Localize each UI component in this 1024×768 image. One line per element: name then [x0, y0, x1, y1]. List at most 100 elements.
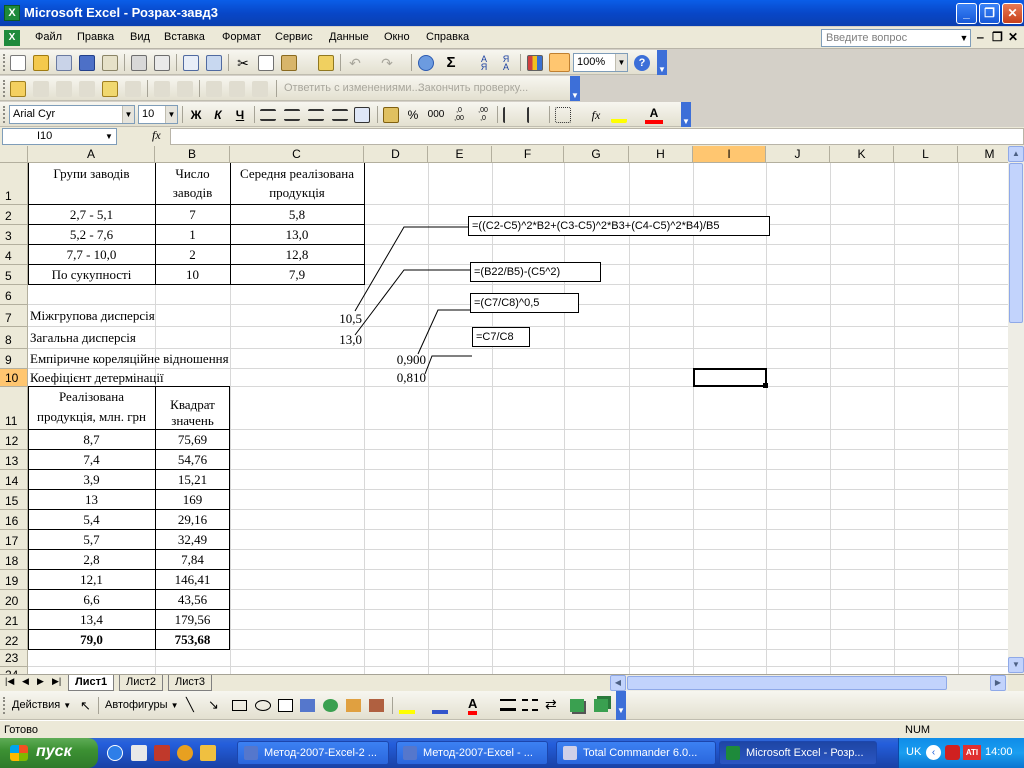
toolbar-options-icon[interactable]: ▼: [681, 102, 691, 127]
paste-icon[interactable]: [281, 55, 297, 71]
fx-icon[interactable]: fx: [152, 128, 161, 143]
print-preview-icon[interactable]: [154, 55, 170, 71]
menu-help[interactable]: Справка: [426, 31, 469, 43]
cut-icon[interactable]: ✂: [235, 55, 251, 71]
task-method-excel[interactable]: Метод-2007-Excel - ...: [396, 741, 548, 765]
fill-color-icon[interactable]: [611, 107, 627, 123]
oval-icon[interactable]: [255, 700, 271, 711]
cell-b18[interactable]: 7,84: [155, 552, 230, 568]
worksheet-grid[interactable]: A B C D E F G H I J K L M 1 2 3 4 5 6 7 …: [0, 146, 1008, 674]
ink-icon[interactable]: [229, 81, 245, 97]
menu-data[interactable]: Данные: [329, 31, 369, 43]
chevron-down-icon[interactable]: ▼: [615, 54, 627, 71]
italic-button[interactable]: К: [209, 106, 227, 124]
format-painter-icon[interactable]: [318, 55, 334, 71]
start-button[interactable]: пуск: [0, 738, 98, 768]
quicklaunch-icon[interactable]: [200, 745, 216, 761]
line-style-icon[interactable]: [500, 699, 516, 711]
chevron-down-icon[interactable]: ▼: [958, 30, 970, 46]
cell-b14[interactable]: 15,21: [155, 472, 230, 488]
formula-note-intergroup[interactable]: =((C2-C5)^2*B2+(C3-C5)^2*B3+(C4-C5)^2*B4…: [468, 216, 770, 236]
clock[interactable]: 14:00: [985, 746, 1013, 758]
decrease-decimal-icon[interactable]: ,00,0: [475, 107, 491, 123]
cell-a11-line1[interactable]: Реалізована: [28, 389, 155, 405]
arrow-left-icon[interactable]: ‹: [926, 745, 941, 760]
underline-button[interactable]: Ч: [231, 106, 249, 124]
cell-b22-total[interactable]: 753,68: [155, 632, 230, 648]
menu-insert[interactable]: Вставка: [164, 31, 205, 43]
undo-icon[interactable]: ↶: [347, 55, 363, 71]
next-comment-icon[interactable]: [56, 81, 72, 97]
doc-minimize-button[interactable]: ‒: [977, 30, 984, 44]
show-comment-icon[interactable]: [79, 81, 95, 97]
cell-b19[interactable]: 146,41: [155, 572, 230, 588]
formula-note-determination[interactable]: =C7/C8: [472, 327, 530, 347]
clipart-icon[interactable]: [346, 699, 361, 712]
cell-a11-line2[interactable]: продукція, млн. грн: [28, 409, 155, 425]
cell-b11-line2[interactable]: значень: [155, 413, 230, 429]
cell-b15[interactable]: 169: [155, 492, 230, 508]
toolbar-options-icon[interactable]: ▼: [657, 50, 667, 75]
drawing-font-color-icon[interactable]: A: [468, 696, 478, 715]
fill-color-icon[interactable]: [399, 697, 415, 714]
menu-file[interactable]: Файл: [35, 31, 62, 43]
chevron-down-icon[interactable]: ▼: [165, 106, 177, 123]
toolbar-options-icon[interactable]: ▼: [616, 691, 626, 720]
prev-sheet-icon[interactable]: ◀: [22, 676, 29, 687]
cell-a16[interactable]: 5,4: [28, 512, 155, 528]
cell-b11-line1[interactable]: Квадрат: [155, 397, 230, 413]
close-button[interactable]: ✕: [1002, 3, 1023, 24]
minimize-button[interactable]: _: [956, 3, 977, 24]
help-icon[interactable]: ?: [634, 55, 650, 71]
picture-icon[interactable]: [369, 699, 384, 712]
sheet-tab-1[interactable]: Лист1: [68, 675, 115, 691]
doc-restore-button[interactable]: ❐: [992, 30, 1003, 44]
excel-icon[interactable]: X: [4, 5, 20, 21]
cell-b12[interactable]: 75,69: [155, 432, 230, 448]
cell-b20[interactable]: 43,56: [155, 592, 230, 608]
name-box[interactable]: I10 ▼: [2, 128, 117, 145]
menu-edit[interactable]: Правка: [77, 31, 114, 43]
menu-tools[interactable]: Сервис: [275, 31, 313, 43]
currency-icon[interactable]: [383, 107, 399, 123]
formula-note-total[interactable]: =(B22/B5)-(C5^2): [470, 262, 601, 282]
cell-a20[interactable]: 6,6: [28, 592, 155, 608]
firefox-icon[interactable]: [177, 745, 193, 761]
language-indicator[interactable]: UK: [906, 746, 921, 758]
arrow-icon[interactable]: ↘: [208, 697, 219, 713]
scroll-down-icon[interactable]: ▼: [1008, 657, 1024, 673]
textbox-icon[interactable]: [278, 699, 293, 712]
autoshapes-menu[interactable]: Автофигуры ▼: [105, 699, 179, 711]
ask-question-input[interactable]: Введите вопрос ▼: [821, 29, 971, 47]
toolbar-options-icon[interactable]: ▼: [570, 76, 580, 101]
decrease-indent-icon[interactable]: [503, 107, 519, 123]
email-icon[interactable]: [102, 55, 118, 71]
increase-decimal-icon[interactable]: ,0,00: [451, 107, 467, 123]
3d-style-icon[interactable]: [594, 699, 608, 712]
save-icon[interactable]: [79, 55, 95, 71]
ati-icon[interactable]: ATI: [963, 745, 981, 760]
scroll-left-icon[interactable]: ◀: [610, 675, 626, 691]
end-review-button[interactable]: Закончить проверку...: [418, 82, 528, 94]
last-sheet-icon[interactable]: ▶|: [52, 676, 61, 687]
network-icon[interactable]: [945, 745, 960, 760]
title-bar[interactable]: X Microsoft Excel - Розрах-завд3 _ ❐ ✕: [0, 0, 1024, 26]
chart-wizard-icon[interactable]: [527, 55, 543, 71]
drawing-icon[interactable]: [549, 53, 570, 72]
ie-icon[interactable]: [107, 745, 123, 761]
menu-window[interactable]: Окно: [384, 31, 410, 43]
formula-input[interactable]: [170, 128, 1024, 145]
font-name-select[interactable]: Arial Cyr ▼: [9, 105, 135, 124]
reject-icon[interactable]: [206, 81, 222, 97]
task-microsoft-excel[interactable]: Microsoft Excel - Розр...: [719, 741, 877, 765]
wordart-icon[interactable]: [300, 699, 315, 712]
align-right-icon[interactable]: [308, 109, 324, 121]
track-changes-icon[interactable]: [154, 81, 170, 97]
bold-button[interactable]: Ж: [187, 106, 205, 124]
print-icon[interactable]: [131, 55, 147, 71]
line-icon[interactable]: ╲: [186, 697, 194, 713]
justify-icon[interactable]: [332, 109, 348, 121]
cell-a19[interactable]: 12,1: [28, 572, 155, 588]
increase-indent-icon[interactable]: [527, 107, 543, 123]
new-icon[interactable]: [10, 55, 26, 71]
